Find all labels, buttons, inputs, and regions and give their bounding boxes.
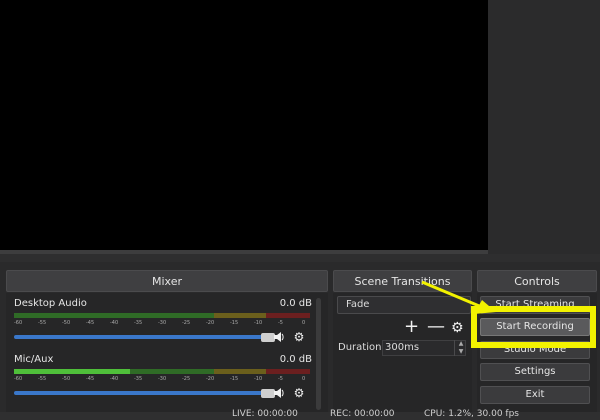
tick-label: -5 bbox=[278, 376, 283, 382]
settings-button[interactable]: Settings bbox=[480, 363, 590, 381]
tick-label: -35 bbox=[134, 320, 143, 326]
meter-ticks: -60 -55 -50 -45 -40 -35 -30 -25 -20 -15 … bbox=[14, 320, 310, 328]
meter-green-zone bbox=[14, 313, 214, 318]
volume-slider[interactable] bbox=[14, 391, 264, 395]
meter-yellow-zone bbox=[214, 313, 266, 318]
live-status: LIVE: 00:00:00 bbox=[232, 409, 298, 419]
preview-scrollbar[interactable] bbox=[488, 0, 600, 254]
rec-status: REC: 00:00:00 bbox=[330, 409, 395, 419]
tick-label: -15 bbox=[230, 376, 239, 382]
track-db: 0.0 dB bbox=[279, 298, 312, 309]
volume-slider[interactable] bbox=[14, 335, 264, 339]
meter-red-zone bbox=[266, 369, 310, 374]
cpu-status: CPU: 1.2%, 30.00 fps bbox=[424, 409, 519, 419]
meter-red-zone bbox=[266, 313, 310, 318]
exit-button[interactable]: Exit bbox=[480, 386, 590, 404]
tick-label: -30 bbox=[158, 376, 167, 382]
tick-label: -55 bbox=[38, 320, 47, 326]
mixer-header: Mixer bbox=[6, 270, 328, 292]
track-name: Desktop Audio bbox=[14, 298, 87, 309]
speaker-icon[interactable] bbox=[272, 330, 286, 344]
tick-label: -10 bbox=[254, 320, 263, 326]
gear-icon[interactable]: ⚙ bbox=[292, 386, 306, 400]
tick-label: -5 bbox=[278, 320, 283, 326]
meter-ticks: -60 -55 -50 -45 -40 -35 -30 -25 -20 -15 … bbox=[14, 376, 310, 384]
tick-label: 0 bbox=[302, 376, 306, 382]
mixer-track-mic-aux: Mic/Aux 0.0 dB -60 -55 -50 -45 -40 -35 -… bbox=[12, 354, 312, 408]
add-transition-button[interactable]: + bbox=[404, 318, 419, 336]
gear-icon[interactable]: ⚙ bbox=[451, 319, 464, 337]
tick-label: -40 bbox=[110, 320, 119, 326]
tick-label: -20 bbox=[206, 376, 215, 382]
audio-meter bbox=[14, 313, 310, 318]
remove-transition-button[interactable]: — bbox=[427, 318, 445, 336]
duration-spinner[interactable]: ▲ ▼ bbox=[454, 340, 467, 356]
tick-label: -15 bbox=[230, 320, 239, 326]
tick-label: -25 bbox=[182, 320, 191, 326]
track-db: 0.0 dB bbox=[279, 354, 312, 365]
duration-label: Duration bbox=[338, 342, 382, 353]
annotation-arrow bbox=[421, 280, 496, 314]
gear-icon[interactable]: ⚙ bbox=[292, 330, 306, 344]
tick-label: -50 bbox=[62, 320, 71, 326]
speaker-icon[interactable] bbox=[272, 386, 286, 400]
tick-label: -10 bbox=[254, 376, 263, 382]
tick-label: -20 bbox=[206, 320, 215, 326]
tick-label: -50 bbox=[62, 376, 71, 382]
tick-label: 0 bbox=[302, 320, 306, 326]
tick-label: -45 bbox=[86, 376, 95, 382]
preview-canvas[interactable] bbox=[0, 0, 488, 250]
tick-label: -40 bbox=[110, 376, 119, 382]
tick-label: -30 bbox=[158, 320, 167, 326]
preview-divider bbox=[0, 250, 488, 254]
track-name: Mic/Aux bbox=[14, 354, 54, 365]
meter-green-zone bbox=[130, 369, 214, 374]
tick-label: -55 bbox=[38, 376, 47, 382]
tick-label: -35 bbox=[134, 376, 143, 382]
tick-label: -45 bbox=[86, 320, 95, 326]
preview-area bbox=[0, 0, 600, 262]
tick-label: -25 bbox=[182, 376, 191, 382]
status-bar: LIVE: 00:00:00 REC: 00:00:00 CPU: 1.2%, … bbox=[0, 409, 600, 420]
audio-meter bbox=[14, 369, 310, 374]
meter-yellow-zone bbox=[214, 369, 266, 374]
tick-label: -60 bbox=[14, 320, 23, 326]
meter-level bbox=[14, 369, 130, 374]
mixer-track-desktop-audio: Desktop Audio 0.0 dB -60 -55 -50 -45 -40… bbox=[12, 298, 312, 350]
mixer-scrollbar[interactable] bbox=[316, 298, 321, 410]
tick-label: -60 bbox=[14, 376, 23, 382]
